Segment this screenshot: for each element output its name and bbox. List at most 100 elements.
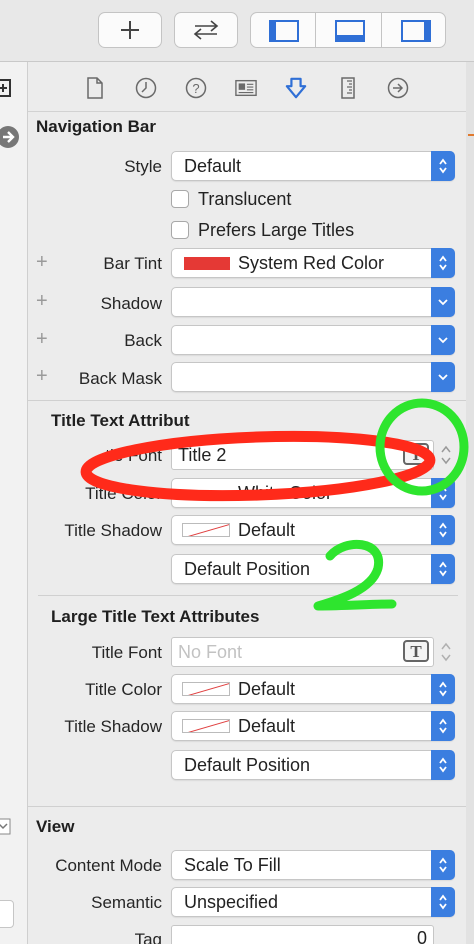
left-panel-icon[interactable] — [269, 20, 299, 42]
history-icon — [135, 77, 157, 99]
large-title-shadow-position-popup[interactable]: Default Position — [171, 750, 455, 780]
add-variation-plus-icon[interactable]: + — [36, 366, 48, 386]
updown-chevron-icon — [431, 248, 455, 278]
title-font-value: Title 2 — [178, 445, 227, 465]
updown-chevron-icon — [431, 674, 455, 704]
attributes-icon — [285, 77, 307, 99]
section-header-title-text-attributes: Title Text Attribut — [51, 411, 190, 430]
section-header-large-title-text-attributes: Large Title Text Attributes — [51, 607, 260, 626]
title-shadow-popup[interactable]: Default — [171, 515, 455, 545]
svg-text:?: ? — [192, 81, 199, 96]
style-popup[interactable]: Default — [171, 151, 455, 181]
separator — [38, 595, 458, 596]
prefers-large-titles-label: Prefers Large Titles — [198, 220, 355, 240]
title-shadow-position-popup[interactable]: Default Position — [171, 554, 455, 584]
add-button[interactable] — [98, 12, 162, 48]
title-shadow-value: Default — [238, 520, 296, 540]
bar-tint-popup[interactable]: System Red Color — [171, 248, 455, 278]
large-title-font-placeholder: No Font — [178, 642, 243, 662]
tab-identity[interactable] — [235, 77, 257, 99]
bottom-panel-icon[interactable] — [335, 20, 365, 42]
separator — [28, 400, 466, 401]
section-header-navigation-bar: Navigation Bar — [36, 117, 156, 136]
go-arrow-icon[interactable] — [0, 125, 20, 149]
back-combo[interactable] — [171, 325, 455, 355]
navigator-strip — [0, 62, 28, 944]
tab-file[interactable] — [84, 77, 106, 99]
tab-help[interactable]: ? — [185, 77, 207, 99]
swap-button[interactable] — [174, 12, 238, 48]
large-title-shadow-label: Title Shadow — [64, 717, 162, 736]
title-shadow-label: Title Shadow — [64, 521, 162, 540]
connections-icon — [387, 77, 409, 99]
tab-size[interactable] — [337, 77, 359, 99]
toolbar — [0, 0, 474, 62]
back-mask-combo[interactable] — [171, 362, 455, 392]
add-variation-plus-icon[interactable]: + — [36, 291, 48, 311]
tag-value: 0 — [416, 928, 427, 944]
updown-chevron-icon — [431, 850, 455, 880]
large-title-shadow-popup[interactable]: Default — [171, 711, 455, 741]
stepper-icon[interactable] — [439, 442, 453, 468]
title-shadow-position-value: Default Position — [184, 559, 311, 579]
bar-tint-swatch — [184, 257, 230, 270]
translucent-label: Translucent — [198, 189, 292, 209]
add-variation-plus-icon[interactable]: + — [36, 252, 48, 272]
large-title-color-popup[interactable]: Default — [171, 674, 455, 704]
back-mask-label: Back Mask — [78, 369, 162, 388]
chevron-down-icon — [431, 325, 455, 355]
content-mode-label: Content Mode — [55, 856, 162, 875]
separator — [28, 806, 466, 807]
large-title-color-value: Default — [238, 679, 296, 699]
semantic-label: Semantic — [91, 893, 162, 912]
title-font-field[interactable]: Title 2 — [171, 440, 434, 470]
file-inspector-icon — [87, 77, 103, 99]
title-color-label: Title Color — [85, 484, 162, 503]
font-picker-icon[interactable]: T — [403, 640, 429, 662]
style-value: Default — [184, 156, 242, 176]
title-font-label: tle Font — [105, 446, 162, 465]
large-title-font-label: Title Font — [91, 643, 162, 662]
no-color-swatch — [182, 682, 230, 696]
panel-toggle-group — [250, 12, 446, 48]
title-color-popup[interactable]: White Color — [171, 478, 455, 508]
large-title-shadow-value: Default — [238, 716, 296, 736]
stepper-icon[interactable] — [439, 639, 453, 665]
swap-arrows-icon — [193, 20, 219, 40]
help-icon: ? — [185, 77, 207, 99]
bar-tint-value: System Red Color — [238, 253, 385, 273]
add-square-icon[interactable] — [0, 78, 12, 98]
plus-icon — [121, 21, 139, 39]
updown-chevron-icon — [431, 478, 455, 508]
large-title-font-field[interactable]: No Font — [171, 637, 434, 667]
bar-tint-label: Bar Tint — [103, 254, 162, 273]
no-color-swatch — [182, 523, 230, 537]
right-panel-icon[interactable] — [401, 20, 431, 42]
content-mode-popup[interactable]: Scale To Fill — [171, 850, 455, 880]
updown-chevron-icon — [431, 711, 455, 741]
semantic-value: Unspecified — [184, 892, 279, 912]
shadow-combo[interactable] — [171, 287, 455, 317]
back-label: Back — [124, 331, 162, 350]
updown-chevron-icon — [431, 515, 455, 545]
font-picker-icon[interactable]: T — [403, 443, 429, 465]
tag-field[interactable]: 0 — [171, 925, 434, 944]
collapse-icon[interactable] — [0, 818, 12, 836]
updown-chevron-icon — [431, 750, 455, 780]
tab-connections[interactable] — [387, 77, 409, 99]
tab-history[interactable] — [135, 77, 157, 99]
updown-chevron-icon — [431, 887, 455, 917]
tag-label: Tag — [134, 930, 162, 944]
updown-chevron-icon — [431, 151, 455, 181]
large-title-color-label: Title Color — [85, 680, 162, 699]
prefers-large-titles-checkbox[interactable] — [171, 221, 189, 239]
strip-field[interactable] — [0, 900, 14, 928]
semantic-popup[interactable]: Unspecified — [171, 887, 455, 917]
add-variation-plus-icon[interactable]: + — [36, 329, 48, 349]
translucent-checkbox[interactable] — [171, 190, 189, 208]
tab-attributes[interactable] — [285, 77, 307, 99]
shadow-label: Shadow — [100, 294, 162, 313]
size-icon — [341, 77, 355, 99]
section-header-view: View — [36, 817, 75, 836]
large-title-shadow-position-value: Default Position — [184, 755, 311, 775]
